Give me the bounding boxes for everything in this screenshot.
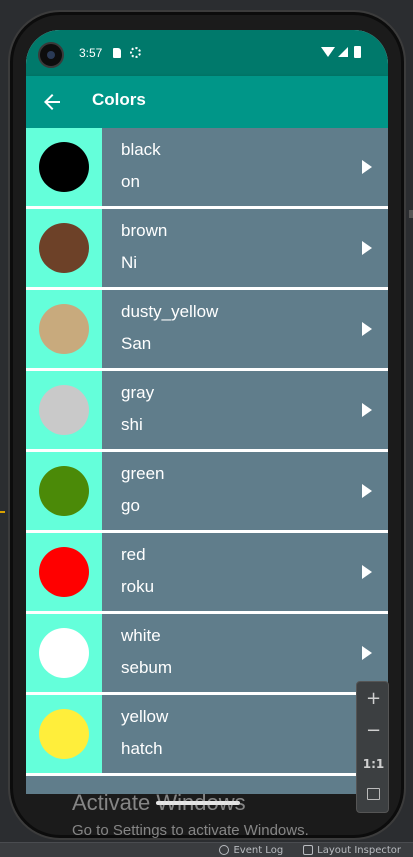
color-translation: sebum — [121, 658, 173, 677]
color-swatch — [26, 452, 102, 530]
list-item-black[interactable]: black on — [26, 128, 388, 206]
color-dot — [39, 385, 89, 435]
ide-tool-bar: Event Log Layout Inspector — [0, 842, 413, 857]
settings-icon — [130, 47, 141, 58]
color-swatch — [26, 614, 102, 692]
back-button[interactable] — [40, 90, 64, 114]
sd-card-icon — [113, 48, 121, 58]
play-arrow-icon — [362, 403, 372, 417]
wifi-icon — [321, 47, 335, 57]
color-name: black — [121, 140, 161, 159]
page-title: Colors — [92, 90, 146, 109]
watermark-subtitle: Go to Settings to activate Windows. — [72, 822, 309, 839]
color-swatch — [26, 209, 102, 287]
color-name: dusty_yellow — [121, 302, 219, 321]
editor-gutter-marker — [0, 511, 5, 513]
color-name: white — [121, 626, 161, 645]
color-dot — [39, 304, 89, 354]
zoom-in-button[interactable]: + — [357, 684, 390, 714]
play-arrow-icon — [362, 322, 372, 336]
list-item-gray[interactable]: gray shi — [26, 371, 388, 449]
play-arrow-icon — [362, 160, 372, 174]
list-item-green[interactable]: green go — [26, 452, 388, 530]
color-name: brown — [121, 221, 168, 240]
color-name: gray — [121, 383, 155, 402]
zoom-out-button[interactable]: − — [357, 716, 390, 746]
color-translation: go — [121, 496, 140, 515]
color-dot — [39, 466, 89, 516]
color-name: yellow — [121, 707, 169, 726]
arrow-back-icon — [44, 94, 60, 110]
color-name: green — [121, 464, 165, 483]
play-arrow-icon — [362, 241, 372, 255]
color-dot — [39, 223, 89, 273]
layout-inspector-icon — [303, 845, 314, 855]
layout-inspector-tab[interactable]: Layout Inspector — [303, 845, 401, 856]
color-swatch — [26, 371, 102, 449]
actual-size-button[interactable]: 1:1 — [357, 749, 390, 779]
event-log-label: Event Log — [233, 844, 284, 856]
play-arrow-icon — [362, 484, 372, 498]
color-swatch — [26, 128, 102, 206]
color-translation: roku — [121, 577, 155, 596]
event-log-icon — [219, 845, 230, 855]
color-dot — [39, 628, 89, 678]
color-swatch — [26, 695, 102, 773]
color-name: red — [121, 545, 146, 564]
cell-signal-icon — [338, 47, 348, 57]
activate-windows-watermark: Activate Windows Go to Settings to activ… — [72, 790, 309, 839]
color-translation: shi — [121, 415, 143, 434]
color-list: black on brown Ni dusty_yellow San gray … — [26, 128, 388, 794]
color-translation: Ni — [121, 253, 138, 272]
color-swatch — [26, 290, 102, 368]
play-arrow-icon — [362, 646, 372, 660]
color-translation: hatch — [121, 739, 163, 758]
color-dot — [39, 709, 89, 759]
list-item-brown[interactable]: brown Ni — [26, 209, 388, 287]
front-camera — [38, 42, 64, 68]
color-translation: San — [121, 334, 152, 353]
list-item-dusty-yellow[interactable]: dusty_yellow San — [26, 290, 388, 368]
color-swatch — [26, 533, 102, 611]
emulator-zoom-panel: + − 1:1 — [356, 681, 389, 813]
status-time: 3:57 — [79, 46, 103, 60]
play-arrow-icon — [362, 565, 372, 579]
color-dot — [39, 547, 89, 597]
color-dot — [39, 142, 89, 192]
scroll-marker — [409, 210, 413, 218]
device-screen: 3:57 Colors black on brown Ni dusty_yell… — [26, 30, 388, 794]
list-item-yellow[interactable]: yellow hatch — [26, 695, 388, 773]
status-bar: 3:57 — [26, 30, 388, 76]
battery-icon — [354, 46, 361, 58]
watermark-title: Activate Windows — [72, 790, 246, 815]
fit-screen-icon[interactable] — [367, 788, 380, 800]
event-log-tab[interactable]: Event Log — [219, 845, 283, 856]
color-translation: on — [121, 172, 140, 191]
app-bar: Colors — [26, 76, 388, 128]
list-item-white[interactable]: white sebum — [26, 614, 388, 692]
layout-inspector-label: Layout Inspector — [317, 844, 401, 856]
list-item-red[interactable]: red roku — [26, 533, 388, 611]
